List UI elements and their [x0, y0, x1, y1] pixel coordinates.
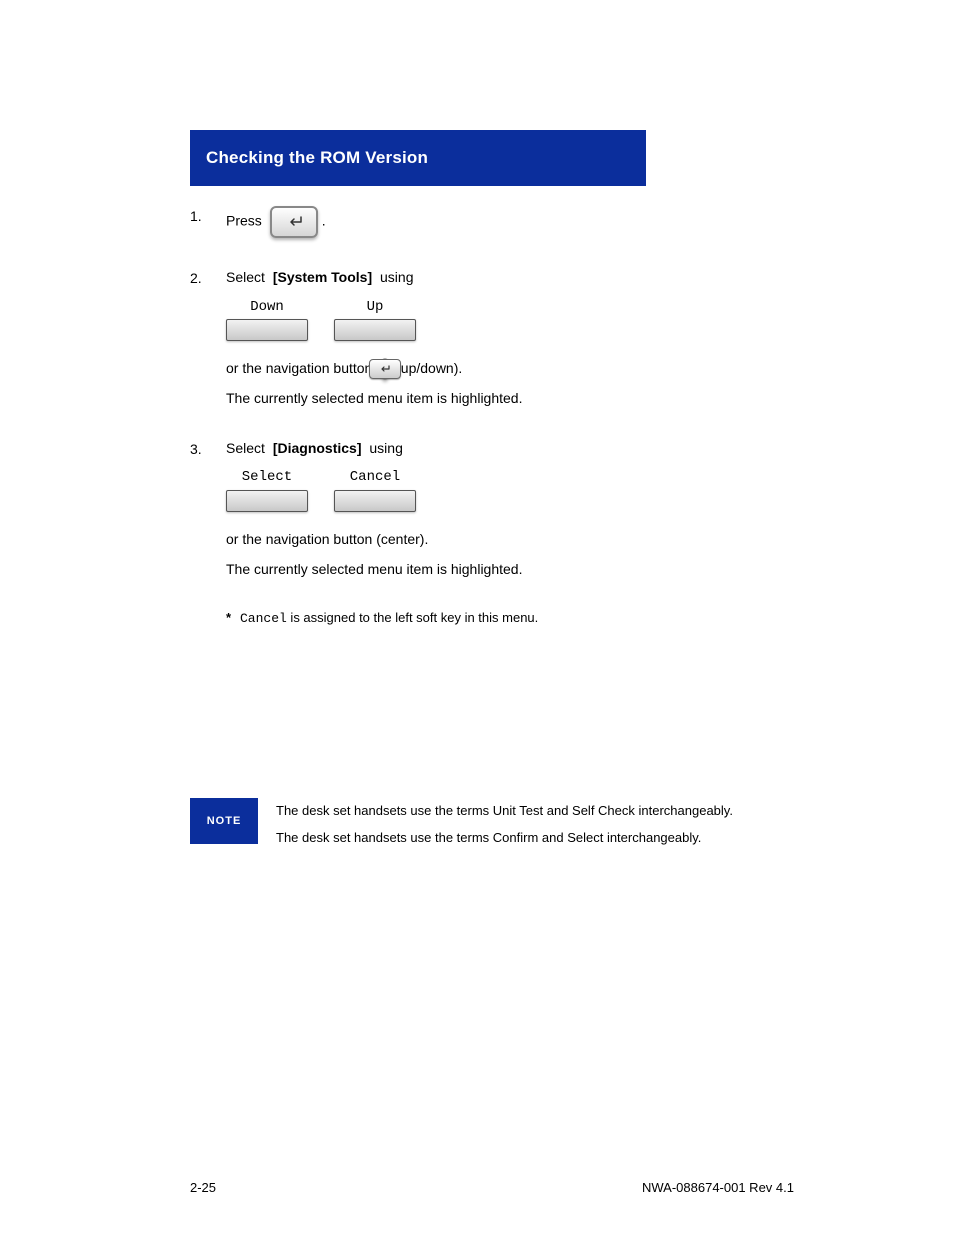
soft-key-select: Select [226, 468, 308, 512]
step-3-number: 3. [190, 439, 226, 457]
step-2: 2. Select [System Tools] using Down Up o… [190, 268, 794, 419]
step-2-text-4: (up/down) [396, 360, 458, 376]
nav-center-enter-icon [378, 364, 392, 374]
step-3-text-1: Select [226, 440, 265, 456]
step-1-line: Press . [226, 206, 794, 238]
page-container: Checking the ROM Version 1. Press . 2. S… [0, 0, 954, 1235]
step-3-text-3: or the navigation button (center) [226, 531, 424, 547]
step-1-text-1: Press [226, 213, 262, 229]
soft-key-down-button[interactable] [226, 319, 308, 341]
step-2-text-3: or the navigation button [226, 360, 372, 376]
nav-center-icon [369, 359, 401, 379]
soft-key-up-button[interactable] [334, 319, 416, 341]
step-1-content: Press . [226, 206, 794, 248]
note-block: NOTE The desk set handsets use the terms… [190, 798, 794, 854]
step-2-text-5: . [458, 360, 462, 376]
step-3: 3. Select [Diagnostics] using Select Can… [190, 439, 794, 629]
star-note-text: Cancel is assigned to the left soft key … [240, 609, 538, 628]
step-3-text-4: . [424, 531, 428, 547]
note-line-2: The desk set handsets use the terms Conf… [276, 829, 733, 847]
soft-key-cancel-label: Cancel [350, 468, 400, 488]
step-3-text-2: using [369, 440, 402, 456]
star-note: * Cancel is assigned to the left soft ke… [226, 609, 794, 628]
step-3-button-row: Select Cancel [226, 468, 794, 512]
note-line-1: The desk set handsets use the terms Unit… [276, 802, 733, 820]
step-1-number: 1. [190, 206, 226, 224]
note-text: The desk set handsets use the terms Unit… [276, 798, 733, 854]
soft-key-down: Down [226, 298, 308, 342]
step-2-line-3: The currently selected menu item is high… [226, 389, 794, 409]
step-3-line-3: The currently selected menu item is high… [226, 560, 794, 580]
note-badge: NOTE [190, 798, 258, 844]
step-2-text-1: Select [226, 269, 265, 285]
soft-key-select-button[interactable] [226, 490, 308, 512]
step-3-line-2: or the navigation button (center). [226, 530, 794, 550]
banner-title: Checking the ROM Version [206, 148, 428, 168]
soft-key-select-label: Select [242, 468, 292, 488]
soft-key-down-label: Down [250, 298, 284, 318]
step-2-content: Select [System Tools] using Down Up or t… [226, 268, 794, 419]
step-3-line-1: Select [Diagnostics] using [226, 439, 794, 459]
banner: Checking the ROM Version [190, 130, 646, 186]
step-1: 1. Press . [190, 206, 794, 248]
step-2-button-row: Down Up [226, 298, 794, 342]
enter-key-icon[interactable] [270, 206, 318, 238]
nav-pad-wrap [382, 360, 388, 380]
soft-key-cancel-button[interactable] [334, 490, 416, 512]
star-note-cancel-label: Cancel [240, 611, 287, 626]
step-2-line-2: or the navigation button (u [226, 359, 794, 379]
step-3-content: Select [Diagnostics] using Select Cancel… [226, 439, 794, 629]
step-1-text-2: . [322, 213, 326, 229]
star-note-star: * [226, 609, 240, 627]
soft-key-up-label: Up [367, 298, 384, 318]
step-2-line-1: Select [System Tools] using [226, 268, 794, 288]
footer-right: NWA-088674-001 Rev 4.1 [642, 1180, 794, 1195]
step-2-text-2: using [380, 269, 413, 285]
soft-key-cancel: Cancel [334, 468, 416, 512]
step-3-menu-item: [Diagnostics] [273, 440, 362, 456]
footer-left: 2-25 [190, 1180, 216, 1195]
step-2-number: 2. [190, 268, 226, 286]
soft-key-up: Up [334, 298, 416, 342]
star-note-rest: is assigned to the left soft key in this… [287, 610, 538, 625]
enter-arrow-icon [284, 215, 304, 229]
navigation-pad-icon[interactable] [382, 358, 388, 380]
step-2-menu-item: [System Tools] [273, 269, 372, 285]
